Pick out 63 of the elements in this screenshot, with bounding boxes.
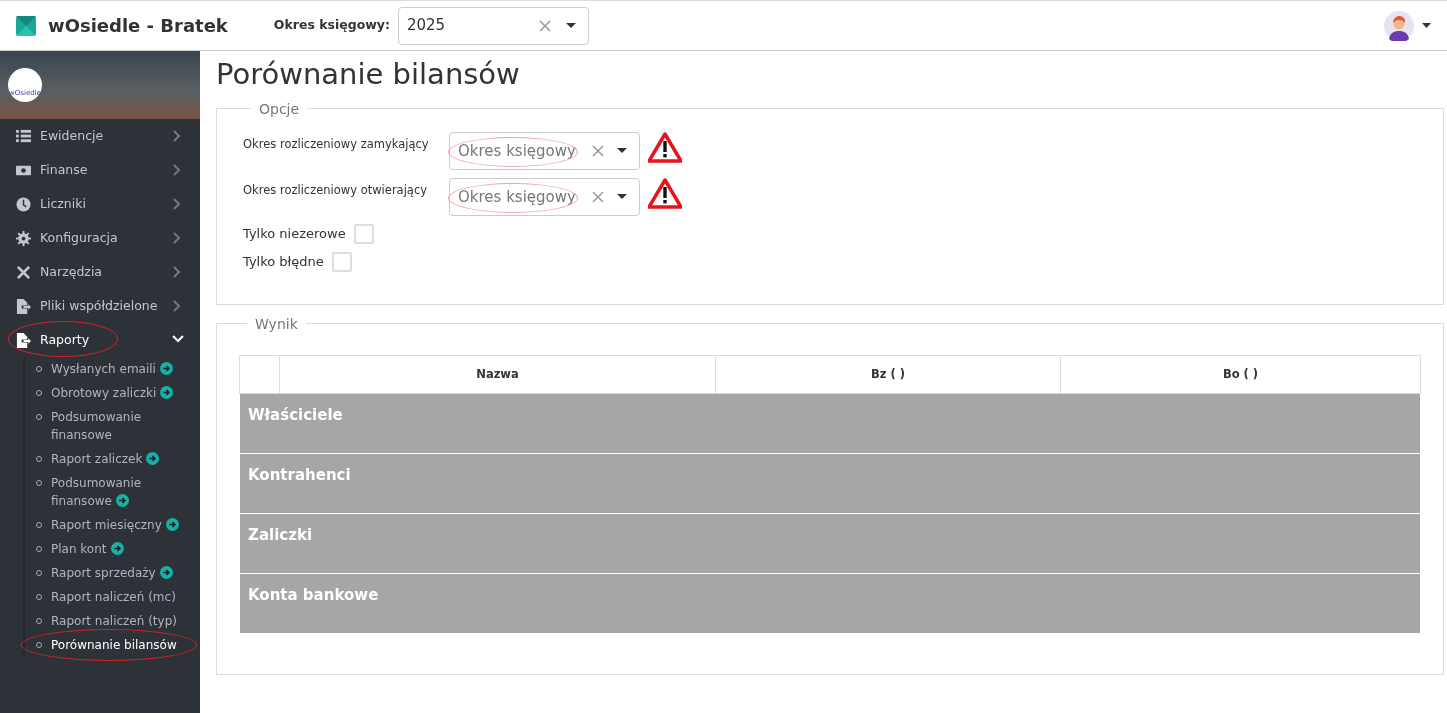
- avatar-icon: [1384, 10, 1414, 41]
- checkbox-label: Tylko błędne: [243, 253, 324, 272]
- column-header: [239, 355, 280, 394]
- period-select[interactable]: Okres księgowy: [449, 131, 640, 170]
- clear-icon: [537, 18, 552, 33]
- user-menu-button[interactable]: [1384, 10, 1431, 41]
- field-label: Okres rozliczeniowy otwierający: [243, 181, 429, 199]
- submenu-item[interactable]: Raport sprzedaży: [25, 561, 200, 585]
- period-select[interactable]: 2025: [397, 6, 589, 45]
- sidebar-menu-item[interactable]: Pliki współdzielone: [0, 289, 200, 323]
- clear-icon: [591, 189, 605, 204]
- sidebar-menu-item[interactable]: Konfiguracja: [0, 221, 200, 255]
- page-title: Porównanie bilansów: [216, 57, 521, 92]
- period-select[interactable]: Okres księgowy: [449, 177, 640, 216]
- sidebar-menu-item[interactable]: Liczniki: [0, 187, 200, 221]
- sidebar-menu-item[interactable]: Ewidencje: [0, 119, 200, 153]
- checkbox-label: Tylko niezerowe: [243, 225, 346, 244]
- submenu-item[interactable]: Raport miesięczny: [25, 513, 200, 537]
- tools-icon: [16, 264, 31, 280]
- checkbox[interactable]: [331, 251, 352, 272]
- panel-legend: Wynik: [247, 316, 306, 331]
- submenu-item[interactable]: Wysłanych emaili: [25, 357, 200, 381]
- submenu-item[interactable]: Obrotowy zaliczki: [25, 381, 200, 405]
- column-header: Nazwa: [279, 355, 716, 394]
- arrow-circle-icon: [160, 386, 174, 399]
- submenu-item[interactable]: Plan kont: [25, 537, 200, 561]
- submenu-item[interactable]: Raport naliczeń (typ): [25, 609, 200, 633]
- caret-icon: [617, 148, 627, 154]
- clock-icon: [16, 196, 31, 212]
- field-label: Okres rozliczeniowy zamykający: [243, 135, 430, 153]
- list-icon: [16, 128, 31, 144]
- group-row: Konta bankowe: [239, 573, 1421, 634]
- gear-icon: [16, 230, 31, 246]
- checkbox[interactable]: [353, 223, 374, 244]
- app-title: wOsiedle - Bratek: [48, 14, 228, 38]
- arrow-circle-icon: [110, 542, 124, 555]
- caret-icon: [1422, 23, 1431, 28]
- document-export-icon: [16, 332, 31, 348]
- submenu-item[interactable]: Podsumowanie finansowe: [25, 471, 200, 513]
- column-header: Bz ( ): [715, 355, 1061, 394]
- arrow-circle-icon: [165, 518, 179, 531]
- app-logo-icon: [16, 15, 36, 36]
- arrow-circle-icon: [159, 566, 173, 579]
- sidebar-menu-item[interactable]: Narzędzia: [0, 255, 200, 289]
- sidebar-menu-item[interactable]: Raporty: [0, 323, 200, 357]
- submenu-item[interactable]: Raport naliczeń (mc): [25, 585, 200, 609]
- group-row: Kontrahenci: [239, 453, 1421, 514]
- column-header: Bo ( ): [1060, 355, 1421, 394]
- clear-icon: [591, 143, 605, 158]
- group-row: Właściciele: [239, 393, 1421, 454]
- submenu-item[interactable]: Raport zaliczek: [25, 447, 200, 471]
- arrow-circle-icon: [115, 494, 129, 507]
- panel-legend: Opcje: [251, 101, 308, 116]
- submenu-item[interactable]: Porównanie bilansów: [25, 633, 200, 657]
- sidebar-menu-item[interactable]: Finanse: [0, 153, 200, 187]
- arrow-circle-icon: [146, 452, 160, 465]
- document-export-icon: [16, 298, 31, 314]
- submenu-item[interactable]: Podsumowanie finansowe: [25, 405, 200, 447]
- period-label: Okres księgowy:: [273, 16, 390, 35]
- caret-icon: [565, 23, 576, 28]
- arrow-circle-icon: [159, 362, 173, 375]
- caret-icon: [617, 194, 627, 200]
- group-row: Zaliczki: [239, 513, 1421, 574]
